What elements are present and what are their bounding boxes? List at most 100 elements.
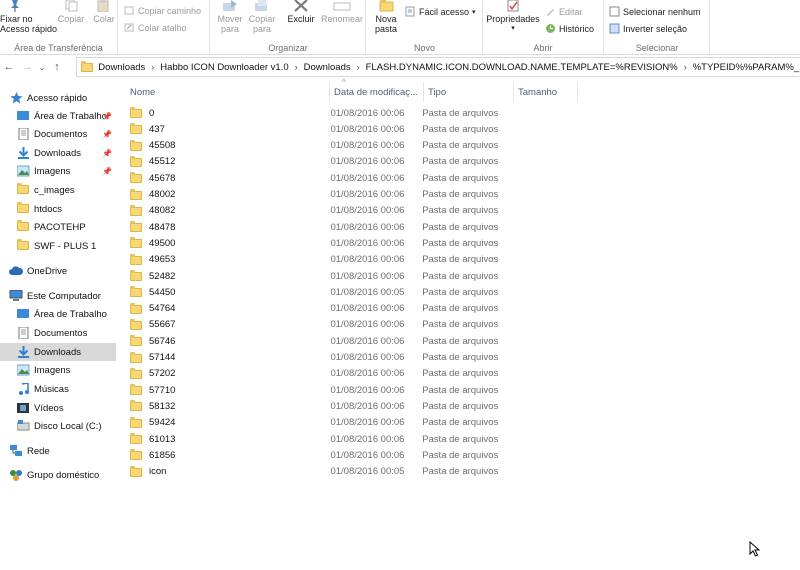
file-name: 59424 [149, 417, 176, 429]
file-row[interactable]: 59424 01/08/2016 00:06 Pasta de arquivos [130, 415, 510, 431]
properties-button[interactable]: Propriedades ▾ [485, 0, 541, 34]
file-row[interactable]: 56746 01/08/2016 00:06 Pasta de arquivos [130, 333, 510, 349]
nav-onedrive[interactable]: OneDrive [0, 262, 116, 280]
nav-homegroup[interactable]: Grupo doméstico [0, 466, 116, 484]
file-row[interactable]: 48002 01/08/2016 00:06 Pasta de arquivos [130, 187, 510, 203]
paste-shortcut-label: Colar atalho [138, 22, 187, 33]
invert-selection-button[interactable]: Inverter seleção [609, 23, 687, 34]
file-type: Pasta de arquivos [422, 449, 499, 461]
breadcrumb-item[interactable]: FLASH.DYNAMIC.ICON.DOWNLOAD.NAME.TEMPLAT… [366, 62, 678, 73]
nav-label: Imagens [34, 165, 71, 177]
folder-icon [130, 351, 142, 363]
nav-pc-downloads[interactable]: Downloads [0, 343, 116, 361]
nav-pacotehp[interactable]: PACOTEHP [0, 218, 116, 236]
breadcrumb-item[interactable]: Habbo ICON Downloader v1.0 [160, 62, 288, 73]
breadcrumb-item[interactable]: Downloads [98, 62, 145, 73]
breadcrumb-separator-icon[interactable]: › [357, 62, 360, 72]
file-row[interactable]: 57710 01/08/2016 00:06 Pasta de arquivos [130, 382, 510, 398]
file-row[interactable]: 45512 01/08/2016 00:06 Pasta de arquivos [130, 154, 510, 170]
file-row[interactable]: 49653 01/08/2016 00:06 Pasta de arquivos [130, 252, 510, 268]
file-row[interactable]: 45678 01/08/2016 00:06 Pasta de arquivos [130, 170, 510, 186]
nav-images[interactable]: Imagens 📌 [0, 162, 116, 180]
file-type: Pasta de arquivos [422, 335, 499, 347]
copy-to-button[interactable]: Copiar para [247, 0, 277, 34]
file-row[interactable]: 54450 01/08/2016 00:05 Pasta de arquivos [130, 284, 510, 300]
folder-icon [130, 286, 142, 298]
delete-button[interactable]: Excluir [285, 0, 317, 24]
paste-shortcut-button[interactable]: Colar atalho [124, 22, 187, 33]
edit-button[interactable]: Editar [545, 6, 583, 17]
file-name: 0 [149, 107, 155, 119]
file-row[interactable]: 48478 01/08/2016 00:06 Pasta de arquivos [130, 219, 510, 235]
nav-local-disk[interactable]: Disco Local (C:) [0, 417, 116, 435]
nav-network[interactable]: Rede [0, 442, 116, 460]
move-to-label: Mover para [217, 14, 243, 34]
file-row[interactable]: 52482 01/08/2016 00:06 Pasta de arquivos [130, 268, 510, 284]
nav-label: Imagens [34, 364, 71, 376]
file-row[interactable]: 49500 01/08/2016 00:06 Pasta de arquivos [130, 235, 510, 251]
file-row[interactable]: 57202 01/08/2016 00:06 Pasta de arquivos [130, 366, 510, 382]
nav-documents[interactable]: Documentos 📌 [0, 125, 116, 143]
ribbon: Fixar no Acesso rápido Copiar Colar Área… [0, 0, 800, 55]
file-row[interactable]: 437 01/08/2016 00:06 Pasta de arquivos [130, 121, 510, 137]
nav-this-pc[interactable]: Este Computador [0, 287, 116, 305]
address-bar[interactable]: « Downloads › Habbo ICON Downloader v1.0… [76, 57, 800, 77]
recent-locations-dropdown-icon[interactable]: ⌄ [36, 57, 48, 77]
file-row[interactable]: 57144 01/08/2016 00:06 Pasta de arquivos [130, 350, 510, 366]
nav-htdocs[interactable]: htdocs [0, 200, 116, 218]
file-row[interactable]: 0 01/08/2016 00:06 Pasta de arquivos [130, 105, 510, 121]
column-header-date[interactable]: Data de modificaç... [330, 82, 424, 102]
nav-downloads[interactable]: Downloads 📌 [0, 144, 116, 162]
nav-quick-access[interactable]: Acesso rápido [0, 89, 116, 107]
file-row[interactable]: 55667 01/08/2016 00:06 Pasta de arquivos [130, 317, 510, 333]
file-row[interactable]: 54764 01/08/2016 00:06 Pasta de arquivos [130, 301, 510, 317]
breadcrumb-item[interactable]: %TYPEID%%PARAM%_ICON. [693, 62, 800, 73]
nav-music[interactable]: Músicas [0, 380, 116, 398]
folder-icon [130, 400, 142, 412]
file-row[interactable]: icon 01/08/2016 00:05 Pasta de arquivos [130, 464, 510, 480]
file-row[interactable]: 45508 01/08/2016 00:06 Pasta de arquivos [130, 138, 510, 154]
up-arrow-icon[interactable]: ↑ [48, 57, 66, 77]
select-group: Selecionar nenhum Inverter seleção Selec… [605, 0, 710, 55]
nav-pc-desktop[interactable]: Área de Trabalho [0, 305, 116, 323]
file-row[interactable]: 61856 01/08/2016 00:06 Pasta de arquivos [130, 447, 510, 463]
select-none-button[interactable]: Selecionar nenhum [609, 6, 701, 17]
pin-quick-access-button[interactable]: Fixar no Acesso rápido [0, 0, 57, 34]
organize-group-label: Organizar [268, 43, 308, 53]
delete-label: Excluir [287, 14, 315, 24]
breadcrumb-item[interactable]: Downloads [304, 62, 351, 73]
copy-button[interactable]: Copiar [56, 0, 86, 24]
file-row[interactable]: 58132 01/08/2016 00:06 Pasta de arquivos [130, 398, 510, 414]
clipboard-group-label: Área de Transferência [14, 43, 103, 53]
nav-videos[interactable]: Vídeos [0, 399, 116, 417]
easy-access-button[interactable]: Fácil acesso ▾ [405, 6, 476, 17]
move-to-button[interactable]: Mover para [215, 0, 245, 34]
breadcrumb-separator-icon[interactable]: › [295, 62, 298, 72]
edit-label: Editar [559, 6, 583, 17]
column-header-type[interactable]: Tipo [424, 82, 514, 102]
copy-path-button[interactable]: Copiar caminho [124, 5, 201, 16]
pin-icon: 📌 [102, 129, 112, 139]
column-header-size[interactable]: Tamanho [514, 82, 578, 102]
new-folder-button[interactable]: Nova pasta [371, 0, 401, 34]
nav-label: Músicas [34, 383, 69, 395]
breadcrumb-separator-icon[interactable]: › [684, 62, 687, 72]
nav-swf-plus[interactable]: SWF - PLUS 1 [0, 237, 116, 255]
file-row[interactable]: 48082 01/08/2016 00:06 Pasta de arquivos [130, 203, 510, 219]
nav-pc-documents[interactable]: Documentos [0, 324, 116, 342]
easy-access-icon [405, 6, 416, 17]
history-button[interactable]: Histórico [545, 23, 594, 34]
nav-c-images[interactable]: c_images [0, 181, 116, 199]
nav-pc-images[interactable]: Imagens [0, 361, 116, 379]
file-row[interactable]: 61013 01/08/2016 00:06 Pasta de arquivos [130, 431, 510, 447]
rename-button[interactable]: Renomear [321, 0, 363, 24]
nav-label: OneDrive [27, 265, 68, 277]
nav-desktop[interactable]: Área de Trabalho 📌 [0, 107, 116, 125]
forward-arrow-icon[interactable]: → [18, 57, 36, 77]
back-arrow-icon[interactable]: ← [0, 57, 18, 77]
file-type: Pasta de arquivos [422, 286, 499, 298]
paste-button[interactable]: Colar [90, 0, 118, 24]
column-header-name[interactable]: Nome [126, 82, 330, 102]
breadcrumb-separator-icon[interactable]: › [151, 62, 154, 72]
file-type: Pasta de arquivos [422, 319, 499, 331]
